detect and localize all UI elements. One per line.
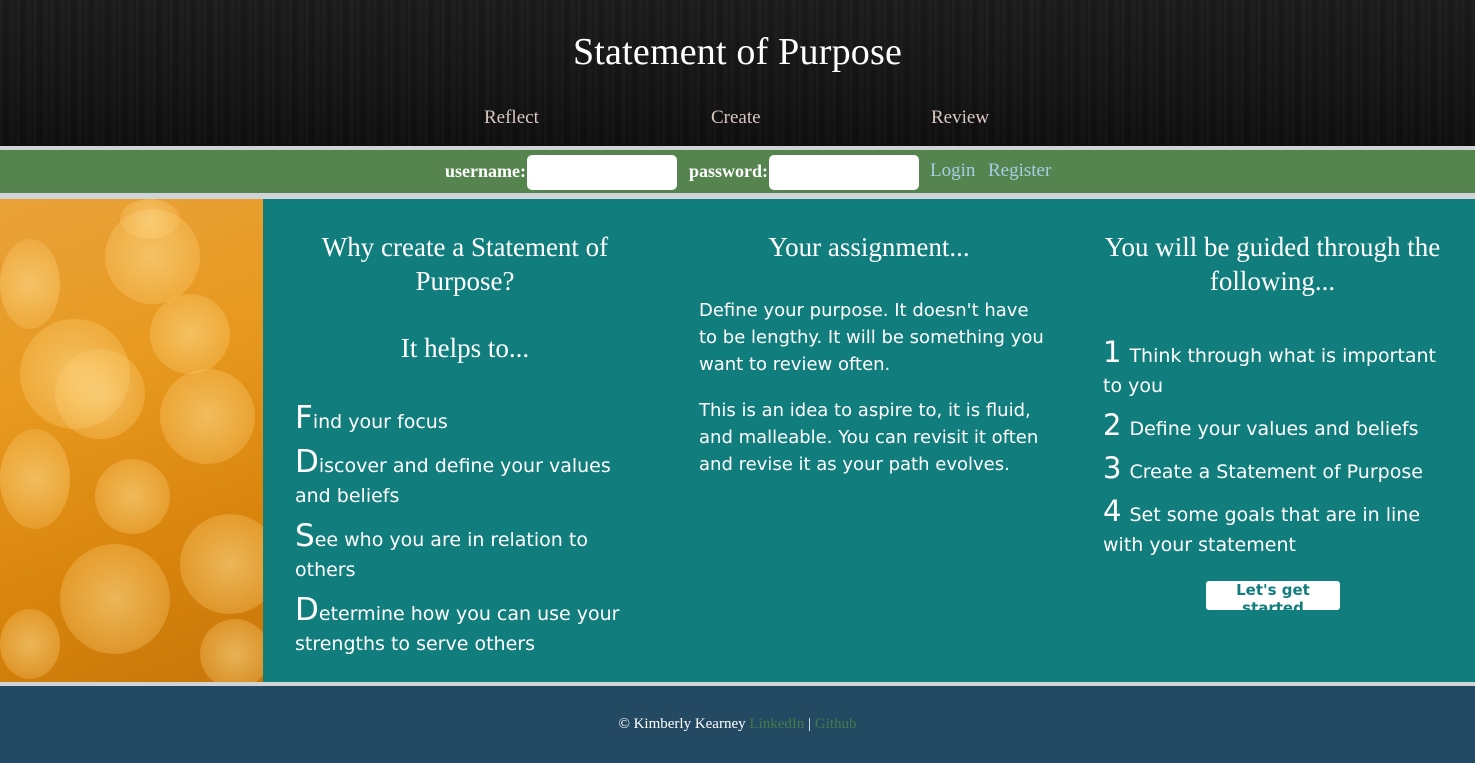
- guided-heading: You will be guided through the following…: [1104, 232, 1441, 296]
- assignment-heading: Your assignment...: [768, 232, 970, 262]
- step-item: 3 Create a Statement of Purpose: [1103, 453, 1448, 487]
- nav-reflect-link[interactable]: Reflect: [484, 107, 539, 129]
- step-number: 4: [1103, 494, 1122, 528]
- step-number: 2: [1103, 408, 1122, 442]
- step-text: Define your values and beliefs: [1129, 418, 1419, 440]
- list-item: Find your focus: [295, 403, 635, 437]
- password-label: password:: [689, 161, 769, 181]
- register-link[interactable]: Register: [988, 160, 1051, 182]
- item-initial: D: [295, 592, 319, 628]
- nav-create-link[interactable]: Create: [711, 107, 761, 129]
- login-bar: username: password: Login Register: [0, 150, 1475, 193]
- step-text: Think through what is important to you: [1103, 345, 1436, 397]
- list-item: Discover and define your values and beli…: [295, 447, 635, 511]
- item-text: ind your focus: [312, 411, 448, 433]
- linkedin-link[interactable]: LinkedIn: [749, 716, 804, 732]
- list-item: Determine how you can use your strengths…: [295, 595, 635, 659]
- bokeh-image: [0, 199, 263, 682]
- site-title: Statement of Purpose: [572, 31, 903, 73]
- item-initial: F: [295, 400, 313, 436]
- github-link[interactable]: Github: [815, 716, 857, 732]
- assignment-paragraph: Define your purpose. It doesn't have to …: [699, 300, 1044, 375]
- password-input[interactable]: [769, 155, 919, 190]
- username-label: username:: [445, 161, 526, 181]
- item-initial: S: [295, 518, 315, 554]
- step-number: 3: [1103, 451, 1122, 485]
- main-content: Why create a Statement of Purpose? It he…: [0, 199, 1475, 682]
- helps-list: Find your focus Discover and define your…: [295, 403, 635, 669]
- step-text: Set some goals that are in line with you…: [1103, 504, 1421, 556]
- site-footer: © Kimberly Kearney LinkedIn | Github: [0, 686, 1475, 763]
- username-input[interactable]: [527, 155, 677, 190]
- item-text: iscover and define your values and belie…: [295, 455, 611, 507]
- list-item: See who you are in relation to others: [295, 521, 635, 585]
- step-item: 1 Think through what is important to you: [1103, 337, 1448, 401]
- steps-list: 1 Think through what is important to you …: [1103, 337, 1448, 569]
- site-header: Statement of Purpose Reflect Create Revi…: [0, 0, 1475, 146]
- nav-review-link[interactable]: Review: [931, 107, 989, 129]
- get-started-button[interactable]: Let's get started: [1206, 581, 1340, 617]
- step-item: 4 Set some goals that are in line with yo…: [1103, 496, 1448, 560]
- helps-heading: It helps to...: [400, 333, 530, 363]
- item-text: ee who you are in relation to others: [295, 529, 588, 581]
- footer-separator: |: [808, 716, 812, 732]
- step-item: 2 Define your values and beliefs: [1103, 410, 1448, 444]
- item-text: etermine how you can use your strengths …: [295, 603, 620, 655]
- copyright-text: © Kimberly Kearney: [618, 716, 746, 732]
- assignment-paragraph: This is an idea to aspire to, it is flui…: [699, 400, 1039, 475]
- why-heading: Why create a Statement of Purpose?: [321, 232, 609, 296]
- footer-line: © Kimberly Kearney LinkedIn | Github: [0, 716, 1475, 733]
- step-number: 1: [1103, 335, 1122, 369]
- step-text: Create a Statement of Purpose: [1129, 461, 1423, 483]
- login-link[interactable]: Login: [930, 160, 975, 182]
- item-initial: D: [295, 444, 319, 480]
